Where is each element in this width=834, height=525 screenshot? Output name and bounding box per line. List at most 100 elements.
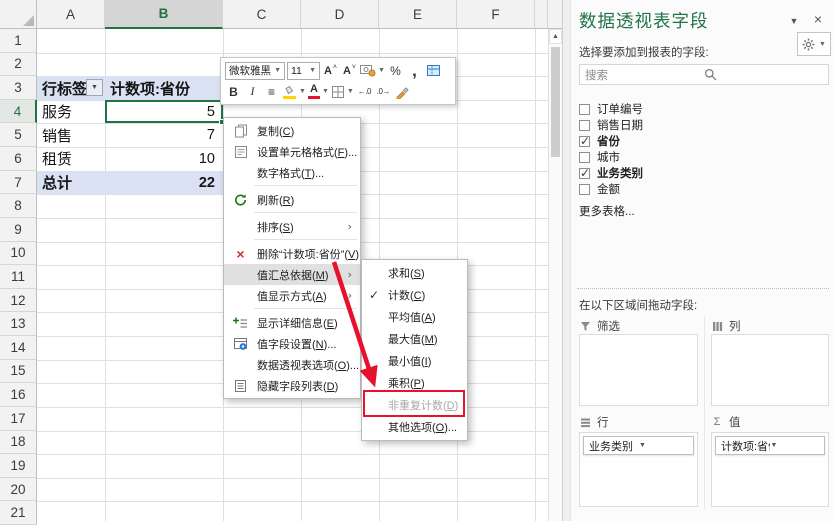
- chevron-down-icon[interactable]: ▼: [785, 12, 803, 30]
- row-header-5[interactable]: 5: [0, 123, 37, 148]
- submenu-item[interactable]: 求和(S): [362, 262, 467, 284]
- field-checkbox[interactable]: [579, 103, 590, 115]
- row-header-17[interactable]: 17: [0, 406, 37, 431]
- row-labels-filter-button[interactable]: ▼: [86, 79, 103, 97]
- italic-button[interactable]: I: [244, 82, 261, 101]
- cell-category[interactable]: 服务: [37, 100, 105, 124]
- font-name-select[interactable]: 微软雅黑 ▼: [225, 61, 285, 80]
- center-button[interactable]: ≡: [263, 82, 280, 101]
- format-painter-button[interactable]: [394, 82, 411, 101]
- area-box-rows[interactable]: 业务类别 ▼: [579, 432, 698, 507]
- column-header-E[interactable]: E: [379, 0, 457, 29]
- shrink-font-button[interactable]: A ˅: [341, 61, 358, 80]
- increase-decimal-button[interactable]: ←.0: [356, 82, 373, 101]
- cell-value[interactable]: 7: [105, 123, 223, 147]
- submenu-item[interactable]: 最大值(M): [362, 328, 467, 350]
- row-header-7[interactable]: 7: [0, 170, 37, 195]
- field-row[interactable]: 金额: [579, 181, 823, 197]
- menu-item[interactable]: 刷新(R): [224, 189, 360, 210]
- search-input[interactable]: 搜索: [579, 64, 829, 85]
- field-checkbox[interactable]: [579, 166, 590, 180]
- row-header-14[interactable]: 14: [0, 336, 37, 360]
- decrease-decimal-button[interactable]: .0→: [375, 82, 392, 101]
- submenu-item[interactable]: ✓ 计数(C): [362, 284, 467, 306]
- row-header-1[interactable]: 1: [0, 29, 37, 53]
- area-box-values[interactable]: 计数项:省份▼: [711, 432, 829, 507]
- row-header-4[interactable]: 4: [0, 99, 37, 124]
- field-row[interactable]: 订单编号: [579, 101, 823, 117]
- menu-item[interactable]: 数字格式(T)...: [224, 162, 360, 183]
- comma-style-button[interactable]: ,: [406, 61, 423, 80]
- cell-value[interactable]: 10: [105, 147, 223, 171]
- column-header-partial[interactable]: [535, 0, 548, 29]
- field-row[interactable]: 城市: [579, 149, 823, 165]
- font-color-button[interactable]: A ▼: [307, 82, 329, 101]
- menu-item[interactable]: 值字段设置(N)...: [224, 333, 360, 354]
- accounting-format-button[interactable]: ▼: [360, 61, 385, 80]
- fill-color-button[interactable]: ▼: [282, 82, 306, 101]
- grow-font-button[interactable]: A ˄: [322, 61, 339, 80]
- area-box-columns[interactable]: [711, 334, 829, 406]
- borders-button[interactable]: ▼: [331, 82, 354, 101]
- cell-grand-total-label[interactable]: 总计: [37, 170, 105, 195]
- menu-item[interactable]: 值显示方式(A) ›: [224, 285, 360, 306]
- cell-category[interactable]: 租赁: [37, 147, 105, 171]
- row-header-9[interactable]: 9: [0, 217, 37, 242]
- pane-resize-strip[interactable]: [563, 0, 571, 521]
- row-header-6[interactable]: 6: [0, 147, 37, 171]
- column-header-F[interactable]: F: [457, 0, 535, 29]
- more-tables-link[interactable]: 更多表格...: [579, 203, 635, 219]
- select-all-corner[interactable]: [0, 0, 37, 29]
- menu-item[interactable]: × 删除“计数项:省份”(V): [224, 243, 360, 264]
- row-header-10[interactable]: 10: [0, 241, 37, 266]
- scroll-up-icon[interactable]: ▲: [549, 29, 562, 44]
- row-header-8[interactable]: 8: [0, 194, 37, 218]
- field-row[interactable]: 省份: [579, 133, 823, 149]
- cell-category[interactable]: 销售: [37, 123, 105, 147]
- row-header-18[interactable]: 18: [0, 430, 37, 455]
- menu-item[interactable]: 排序(S) ›: [224, 216, 360, 237]
- row-header-16[interactable]: 16: [0, 383, 37, 407]
- field-row[interactable]: 业务类别: [579, 165, 823, 181]
- row-header-19[interactable]: 19: [0, 454, 37, 478]
- row-header-13[interactable]: 13: [0, 312, 37, 337]
- submenu-item[interactable]: 平均值(A): [362, 306, 467, 328]
- menu-item[interactable]: 隐藏字段列表(D): [224, 375, 360, 396]
- tools-button[interactable]: ▼: [797, 32, 831, 56]
- row-header-12[interactable]: 12: [0, 288, 37, 313]
- cell-grand-total-value[interactable]: 22: [105, 170, 223, 195]
- area-box-filters[interactable]: [579, 334, 698, 406]
- menu-item[interactable]: 设置单元格格式(F)...: [224, 141, 360, 162]
- bold-button[interactable]: B: [225, 82, 242, 101]
- submenu-item[interactable]: 其他选项(O)...: [362, 416, 467, 438]
- column-header-D[interactable]: D: [301, 0, 379, 29]
- percent-style-button[interactable]: %: [387, 61, 404, 80]
- field-pill[interactable]: 计数项:省份▼: [715, 436, 825, 455]
- scrollbar-thumb[interactable]: [551, 47, 560, 157]
- row-header-20[interactable]: 20: [0, 477, 37, 502]
- field-checkbox[interactable]: [579, 134, 590, 148]
- row-header-21[interactable]: 21: [0, 501, 37, 525]
- font-size-select[interactable]: 11 ▼: [287, 61, 320, 80]
- menu-item[interactable]: 值汇总依据(M) ›: [224, 264, 360, 285]
- table-style-button[interactable]: [425, 61, 442, 80]
- row-header-2[interactable]: 2: [0, 52, 37, 77]
- menu-item[interactable]: 显示详细信息(E): [224, 312, 360, 333]
- menu-item[interactable]: 数据透视表选项(O)...: [224, 354, 360, 375]
- cell-value-header[interactable]: 计数项:省份: [105, 76, 223, 100]
- field-row[interactable]: 销售日期: [579, 117, 823, 133]
- column-header-A[interactable]: A: [37, 0, 105, 29]
- submenu-item[interactable]: 最小值(I): [362, 350, 467, 372]
- field-checkbox[interactable]: [579, 183, 590, 195]
- vertical-scrollbar[interactable]: ▲: [548, 29, 562, 521]
- field-pill[interactable]: 业务类别 ▼: [583, 436, 694, 455]
- row-header-11[interactable]: 11: [0, 265, 37, 289]
- field-checkbox[interactable]: [579, 119, 590, 131]
- field-checkbox[interactable]: [579, 151, 590, 163]
- close-icon[interactable]: ×: [809, 10, 827, 28]
- row-header-3[interactable]: 3: [0, 76, 37, 100]
- column-header-B[interactable]: B: [105, 0, 223, 29]
- row-header-15[interactable]: 15: [0, 359, 37, 384]
- column-header-C[interactable]: C: [223, 0, 301, 29]
- menu-item[interactable]: 复制(C): [224, 120, 360, 141]
